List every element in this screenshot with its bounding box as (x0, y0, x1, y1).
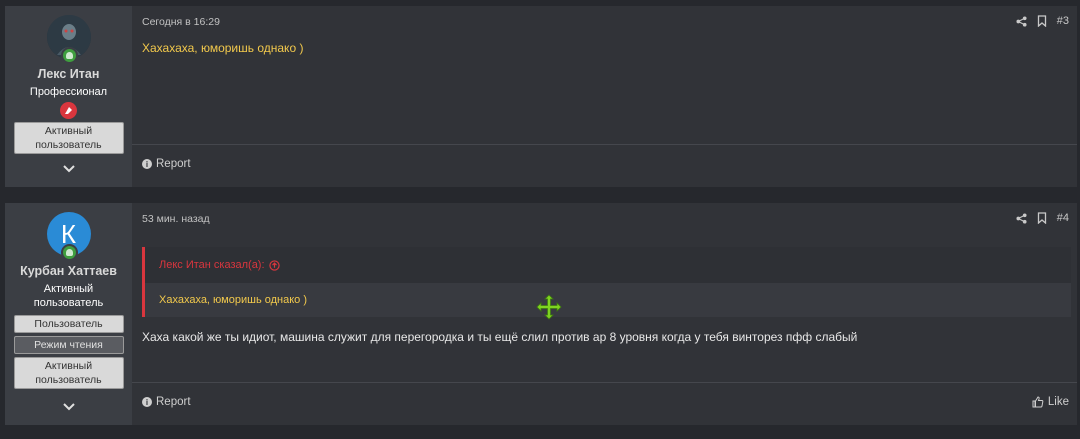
thumbs-up-icon (1032, 396, 1044, 408)
user-banner: Активный пользователь (13, 122, 124, 154)
post-footer: i Report (132, 144, 1077, 187)
online-status-icon (60, 244, 78, 261)
user-banner: Активный пользователь (13, 357, 124, 389)
quote-header[interactable]: Лекс Итан сказал(а): (145, 247, 1071, 283)
share-icon[interactable] (1016, 15, 1027, 27)
post-date[interactable]: Сегодня в 16:29 (142, 16, 220, 28)
user-sidebar: К Курбан Хаттаев Активный пользователь П… (5, 203, 132, 425)
post-3: Лекс Итан Профессионал Активный пользова… (5, 6, 1077, 187)
post-content: Сегодня в 16:29 #3 Хахахаха, юморишь одн… (132, 6, 1077, 187)
like-button[interactable]: Like (1032, 396, 1069, 408)
post-body: Хаха какой же ты идиот, машина служит дл… (142, 330, 858, 344)
bookmark-icon[interactable] (1037, 212, 1047, 224)
arrow-up-circle-icon[interactable] (268, 259, 280, 271)
post-number[interactable]: #4 (1057, 212, 1069, 224)
quote-block: Лекс Итан сказал(а): Хахахаха, юморишь о… (142, 247, 1071, 317)
avatar[interactable] (46, 15, 91, 64)
bookmark-icon[interactable] (1037, 15, 1047, 27)
user-title: Профессионал (29, 86, 108, 98)
user-sidebar: Лекс Итан Профессионал Активный пользова… (5, 6, 132, 187)
share-icon[interactable] (1016, 212, 1027, 224)
info-icon: i (142, 159, 152, 169)
post-actions: #3 (1016, 15, 1069, 27)
avatar[interactable]: К (46, 212, 91, 261)
like-label: Like (1047, 396, 1069, 408)
post-content: 53 мин. назад #4 Лекс Итан сказал(а): Ха… (132, 203, 1077, 425)
report-link[interactable]: i Report (142, 158, 191, 170)
info-icon: i (142, 397, 152, 407)
report-link[interactable]: i Report (142, 396, 191, 408)
post-number[interactable]: #3 (1057, 15, 1069, 27)
quote-author: Лекс Итан сказал(а): (159, 259, 265, 271)
chevron-down-icon[interactable] (61, 399, 77, 415)
post-date[interactable]: 53 мин. назад (142, 213, 210, 225)
quote-text: Хахахаха, юморишь однако ) (145, 283, 1071, 317)
report-label: Report (156, 158, 191, 170)
report-label: Report (156, 396, 191, 408)
online-status-icon (60, 47, 78, 64)
post-actions: #4 (1016, 212, 1069, 224)
post-body: Хахахаха, юморишь однако ) (142, 41, 304, 55)
user-banner: Режим чтения (13, 336, 124, 354)
username[interactable]: Лекс Итан (38, 67, 100, 81)
chevron-down-icon[interactable] (61, 161, 77, 177)
rank-icon (60, 102, 77, 119)
user-banner: Пользователь (13, 315, 124, 333)
post-footer: i Report Like (132, 382, 1077, 425)
user-title: Активный пользователь (33, 283, 104, 309)
move-cursor-icon (536, 294, 562, 320)
username[interactable]: Курбан Хаттаев (20, 264, 117, 278)
